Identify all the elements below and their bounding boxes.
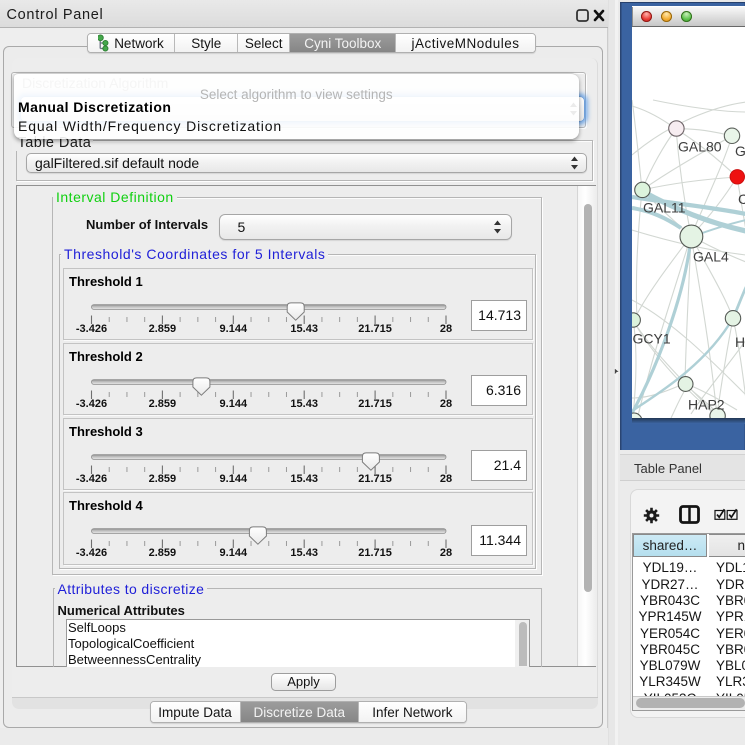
svg-text:GAL11: GAL11: [643, 200, 686, 216]
svg-text:GCY1: GCY1: [632, 331, 670, 347]
svg-text:9.144: 9.144: [220, 397, 248, 409]
svg-text:2.859: 2.859: [149, 322, 177, 334]
svg-text:21.715: 21.715: [358, 472, 392, 484]
svg-text:-3.426: -3.426: [76, 397, 107, 409]
svg-text:-3.426: -3.426: [76, 322, 107, 334]
svg-text:-3.426: -3.426: [76, 547, 107, 559]
svg-text:GAL: GAL: [735, 143, 745, 159]
svg-text:28: 28: [440, 547, 452, 559]
svg-text:21.715: 21.715: [358, 397, 392, 409]
svg-text:2.859: 2.859: [149, 472, 177, 484]
svg-text:-3.426: -3.426: [76, 472, 107, 484]
svg-text:HIS: HIS: [735, 334, 745, 350]
svg-text:9.144: 9.144: [220, 472, 248, 484]
svg-text:15.43: 15.43: [290, 397, 318, 409]
svg-text:HAP2: HAP2: [688, 397, 725, 413]
svg-text:2.859: 2.859: [149, 397, 177, 409]
svg-text:21.715: 21.715: [358, 547, 392, 559]
svg-text:GAL80: GAL80: [678, 139, 722, 155]
svg-text:28: 28: [440, 472, 452, 484]
svg-text:9.144: 9.144: [220, 322, 248, 334]
svg-text:28: 28: [440, 397, 452, 409]
svg-text:28: 28: [440, 322, 452, 334]
svg-text:15.43: 15.43: [290, 472, 318, 484]
svg-text:15.43: 15.43: [290, 547, 318, 559]
svg-text:9.144: 9.144: [220, 547, 248, 559]
svg-text:CY: CY: [738, 191, 745, 207]
svg-text:21.715: 21.715: [358, 322, 392, 334]
svg-text:GAL4: GAL4: [693, 249, 729, 265]
svg-text:15.43: 15.43: [290, 322, 318, 334]
svg-text:2.859: 2.859: [149, 547, 177, 559]
